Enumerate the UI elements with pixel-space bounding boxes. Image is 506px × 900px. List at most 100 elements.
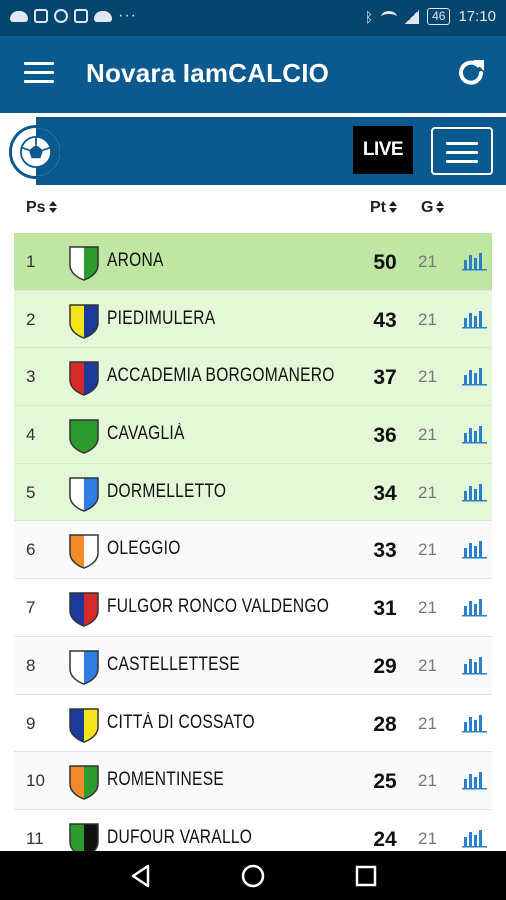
header-points[interactable]: Pt — [370, 199, 397, 217]
row-position: 1 — [26, 252, 36, 271]
team-points: 33 — [373, 539, 397, 563]
row-position: 6 — [26, 540, 36, 560]
table-row[interactable]: 3 ACCADEMIA BORGOMANERO 37 21 — [14, 348, 492, 407]
cloud-icon — [94, 10, 112, 22]
notification-icons: ··· — [10, 7, 137, 24]
soccer-ball-icon[interactable] — [9, 125, 63, 179]
team-name: ARONA — [107, 250, 164, 271]
row-position: 2 — [26, 309, 36, 329]
standings-header: Ps Pt G — [0, 185, 506, 233]
live-button[interactable]: LIVE — [353, 126, 413, 174]
recents-nav-icon[interactable] — [353, 863, 379, 889]
bar-chart-icon[interactable] — [462, 770, 488, 790]
games-played: 21 — [418, 655, 437, 675]
row-position: 3 — [26, 367, 36, 387]
instagram-icon — [34, 9, 48, 23]
team-name: ROMENTINESE — [107, 769, 224, 791]
team-shield-icon — [69, 361, 99, 397]
games-played: 21 — [418, 540, 437, 560]
team-name: CAVAGLIÀ — [107, 423, 185, 445]
team-name: FULGOR RONCO VALDENGO — [107, 596, 330, 618]
back-nav-icon[interactable] — [128, 863, 154, 889]
hamburger-menu-icon[interactable] — [24, 62, 54, 86]
games-played: 21 — [418, 828, 437, 848]
bar-chart-icon[interactable] — [462, 251, 488, 271]
games-played: 21 — [418, 713, 437, 733]
sort-icon — [48, 201, 57, 213]
table-row[interactable]: 4 CAVAGLIÀ 36 21 — [14, 406, 492, 464]
header-points-label: Pt — [370, 199, 386, 216]
team-name: PIEDIMULERA — [107, 307, 216, 329]
row-position: 4 — [26, 425, 36, 445]
team-points: 25 — [373, 770, 397, 794]
team-points: 29 — [373, 654, 397, 678]
team-points: 43 — [373, 308, 397, 332]
sort-icon — [389, 201, 397, 213]
bar-chart-icon[interactable] — [462, 424, 488, 444]
whatsapp-icon — [54, 9, 68, 23]
row-position: 7 — [26, 598, 36, 618]
team-shield-icon — [69, 765, 99, 800]
battery-icon: 46 — [427, 8, 451, 25]
table-row[interactable]: 10 ROMENTINESE 25 21 — [14, 752, 492, 810]
team-shield-icon — [69, 592, 99, 627]
more-icon: ··· — [118, 7, 137, 24]
list-menu-icon[interactable] — [431, 127, 493, 175]
app-title: Novara IamCALCIO — [86, 58, 330, 88]
team-points: 50 — [373, 251, 397, 274]
row-position: 9 — [26, 713, 36, 733]
row-position: 10 — [26, 771, 45, 791]
table-row[interactable]: 1 ARONA 50 21 — [14, 233, 492, 291]
team-name: CASTELLETTESE — [107, 653, 241, 675]
team-shield-icon — [69, 534, 99, 570]
team-shield-icon — [69, 650, 99, 685]
team-points: 37 — [373, 366, 397, 390]
bluetooth-icon: ᛒ — [364, 8, 374, 25]
row-position: 11 — [26, 828, 44, 848]
team-points: 28 — [373, 712, 397, 736]
table-row[interactable]: 7 FULGOR RONCO VALDENGO 31 21 — [14, 579, 492, 637]
bar-chart-icon[interactable] — [462, 597, 488, 617]
team-name: DORMELLETTO — [107, 480, 227, 502]
table-row[interactable]: 6 OLEGGIO 33 21 — [14, 521, 492, 580]
bar-chart-icon[interactable] — [462, 655, 488, 675]
team-shield-icon — [69, 246, 99, 281]
row-position: 8 — [26, 655, 36, 675]
table-row[interactable]: 2 PIEDIMULERA 43 21 — [14, 290, 492, 349]
bar-chart-icon[interactable] — [462, 482, 488, 502]
wifi-icon — [381, 10, 398, 23]
header-position-label: Ps — [26, 199, 46, 216]
games-played: 21 — [418, 771, 437, 791]
refresh-icon[interactable] — [454, 56, 488, 90]
sort-icon — [436, 201, 445, 213]
sub-toolbar: LIVE — [0, 113, 506, 185]
header-position[interactable]: Ps — [26, 199, 57, 217]
team-name: CITTÀ DI COSSATO — [107, 711, 255, 733]
team-points: 24 — [373, 827, 397, 851]
status-time: 17:10 — [458, 8, 496, 25]
status-bar: ··· ᛒ 46 17:10 — [0, 0, 506, 36]
team-shield-icon — [69, 707, 99, 743]
table-row[interactable]: 5 DORMELLETTO 34 21 — [14, 463, 492, 522]
table-row[interactable]: 9 CITTÀ DI COSSATO 28 21 — [14, 694, 492, 753]
team-points: 36 — [373, 424, 397, 448]
table-row[interactable]: 8 CASTELLETTESE 29 21 — [14, 636, 492, 695]
cloud-icon — [10, 10, 28, 22]
games-played: 21 — [418, 309, 437, 329]
games-played: 21 — [418, 482, 437, 502]
bar-chart-icon[interactable] — [462, 539, 488, 559]
games-played: 21 — [418, 367, 437, 387]
bar-chart-icon[interactable] — [462, 828, 488, 848]
system-icons: ᛒ 46 17:10 — [365, 8, 496, 25]
team-shield-icon — [69, 303, 99, 339]
standings-table: 1 ARONA 50 21 2 PIEDIMULERA 43 21 3 ACCADEMIA BOR… — [14, 233, 492, 868]
signal-icon — [405, 9, 420, 24]
bar-chart-icon[interactable] — [462, 309, 488, 329]
header-games[interactable]: G — [421, 199, 445, 217]
games-played: 21 — [418, 252, 437, 271]
bar-chart-icon[interactable] — [462, 713, 488, 733]
home-nav-icon[interactable] — [240, 863, 266, 889]
bar-chart-icon[interactable] — [462, 366, 488, 386]
header-games-label: G — [421, 199, 434, 216]
team-points: 34 — [373, 481, 397, 505]
